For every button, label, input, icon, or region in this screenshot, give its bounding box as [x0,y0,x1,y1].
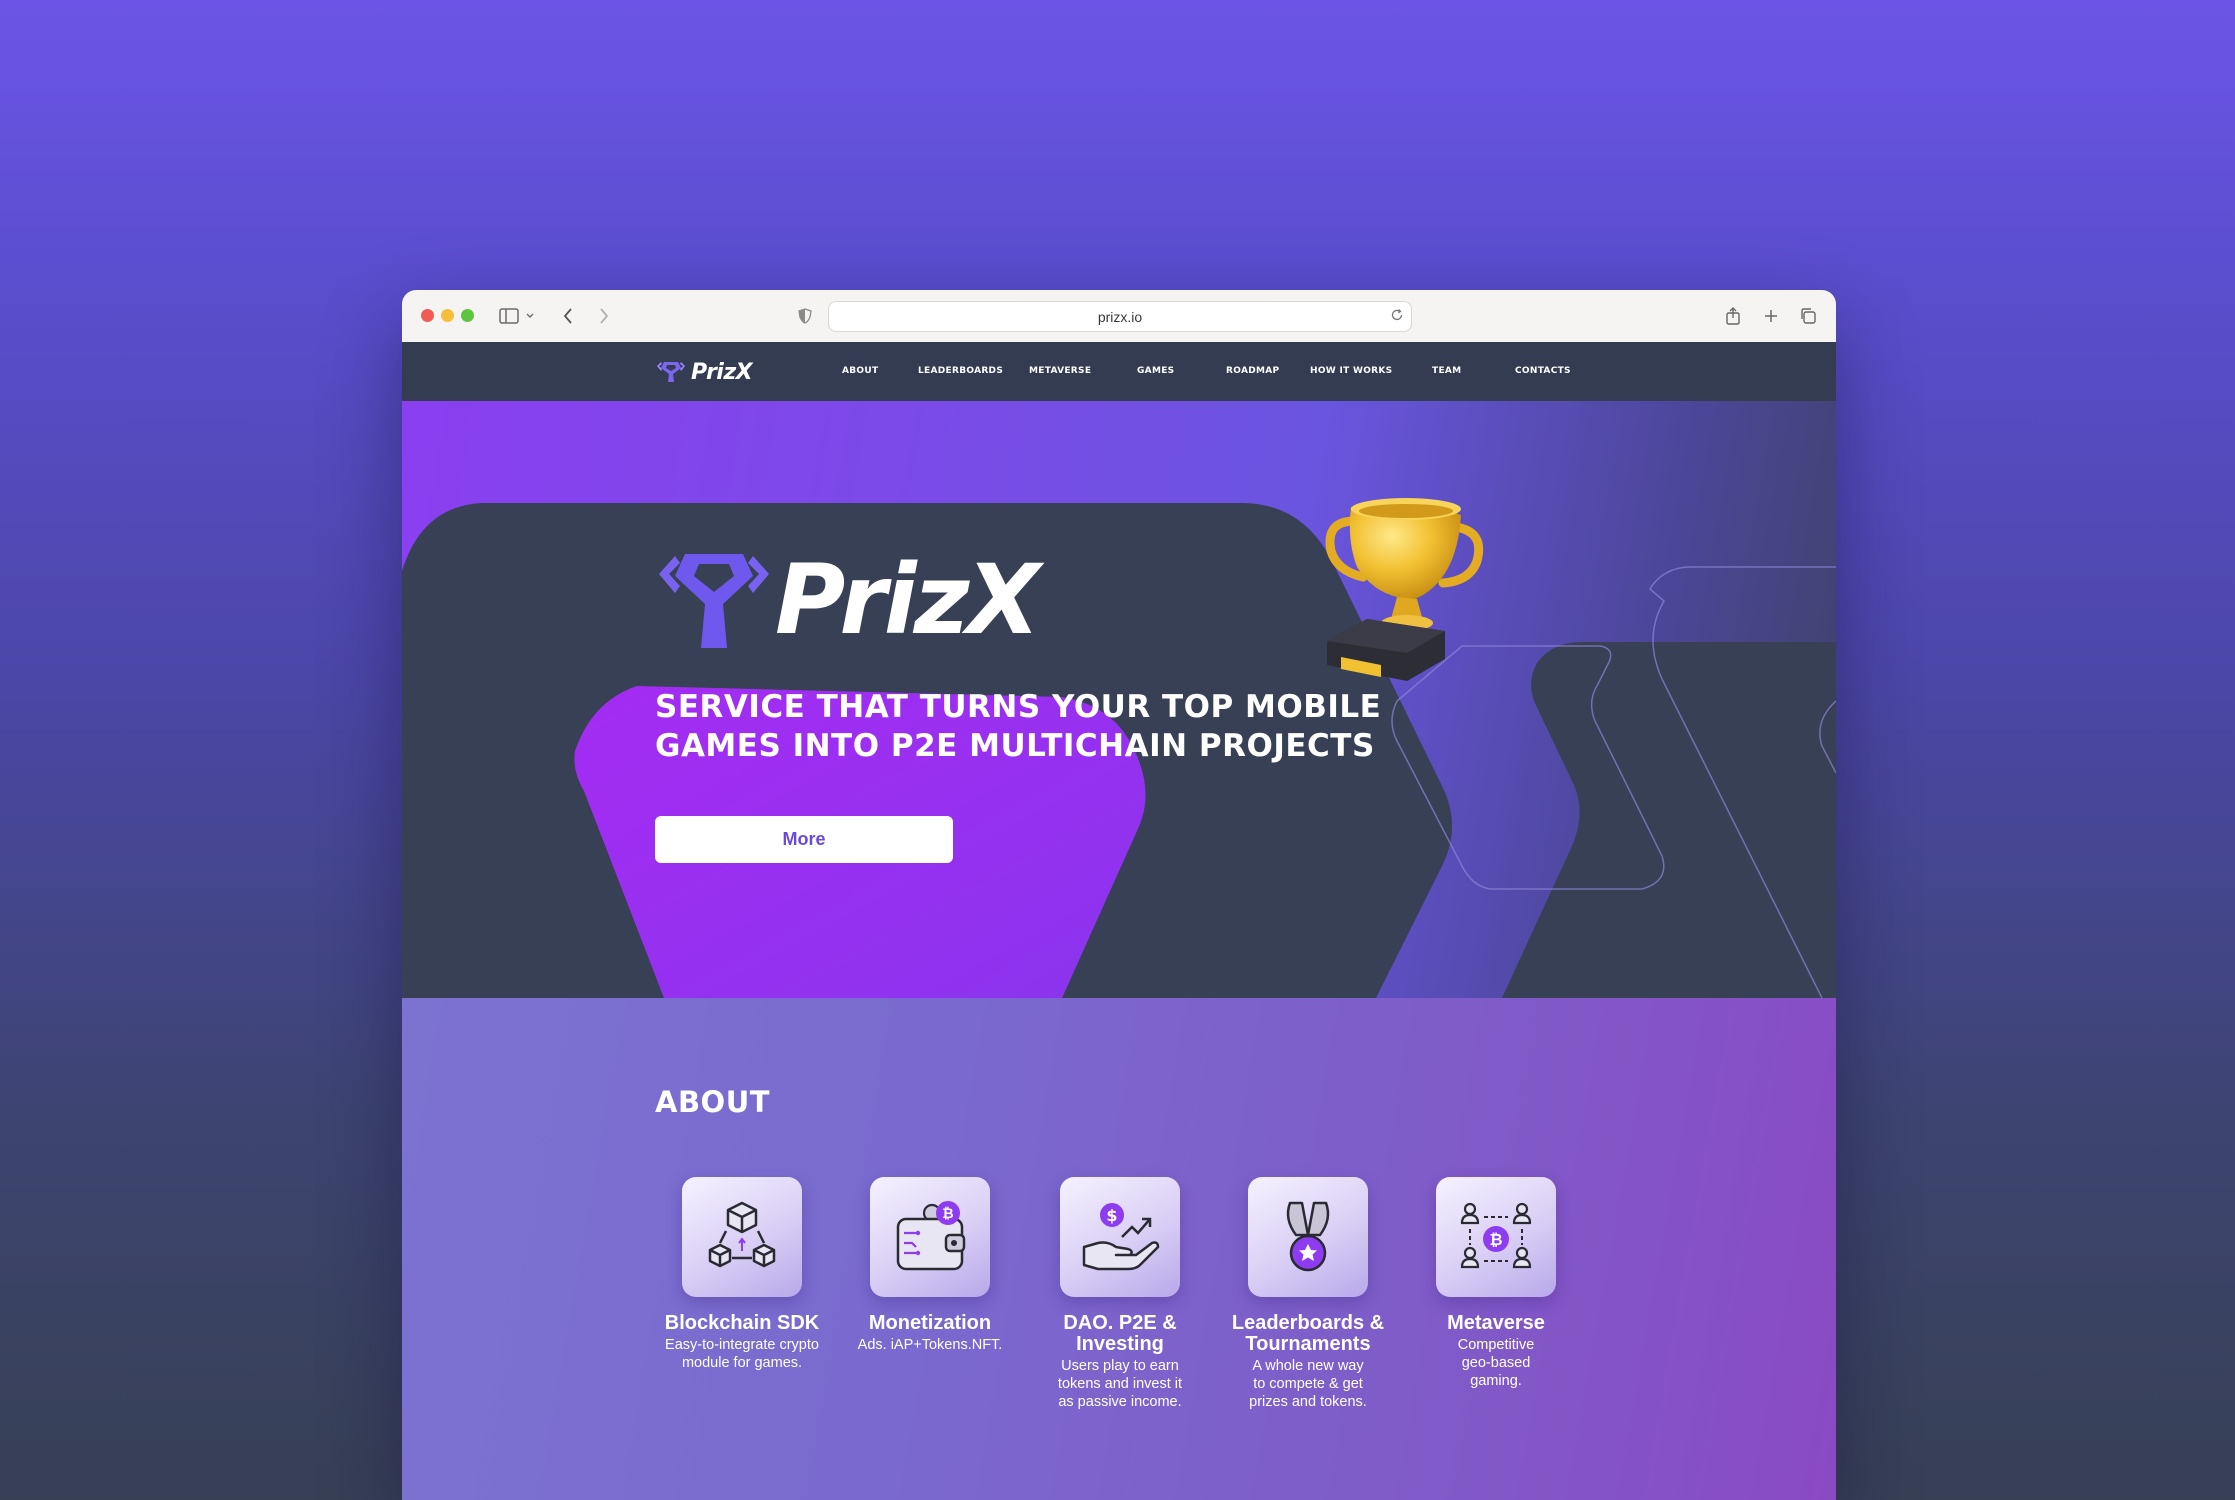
sidebar-toggle-icon[interactable] [498,304,520,328]
feature-desc-line: geo-based [1461,1355,1531,1371]
zoom-window-button[interactable] [461,309,474,322]
feature-desc: Ads. iAP+Tokens.NFT. [845,1336,1015,1354]
site-navbar: PrizX ABOUT LEADERBOARDS METAVERSE GAMES… [402,342,1836,401]
svg-text:₿: ₿ [942,1206,953,1222]
trophy-logo-icon [657,362,685,382]
feature-desc: Competitive geo-based gaming. [1411,1336,1581,1390]
feature-desc-line: Competitive [1457,1337,1535,1353]
feature-title: DAO. P2E & Investing [1063,1312,1177,1355]
feature-desc-line: Easy-to-integrate crypto [665,1337,819,1353]
feature-card-leaderboards: Leaderboards & Tournaments A whole new w… [1223,1177,1393,1411]
reload-icon[interactable] [1389,307,1405,328]
wallet-icon: ₿ [870,1177,990,1297]
feature-desc-line: module for games. [681,1355,803,1371]
feature-title: Monetization [868,1312,992,1334]
trophy-logo-icon [659,554,769,648]
share-icon[interactable] [1724,304,1742,328]
hero-tagline-line2: GAMES INTO P2E MULTICHAIN PROJECTS [655,728,1375,764]
feature-desc: Easy-to-integrate crypto module for game… [657,1336,827,1372]
hero-tagline-line1: SERVICE THAT TURNS YOUR TOP MOBILE [655,689,1382,725]
svg-text:₿: ₿ [1489,1230,1502,1249]
minimize-window-button[interactable] [441,309,454,322]
feature-desc: A whole new way to compete & get prizes … [1223,1357,1393,1411]
about-section: ABOUT Blockchain SDK Easy-to-integrate c… [402,998,1836,1500]
nav-item-about[interactable]: ABOUT [842,366,878,376]
nav-item-team[interactable]: TEAM [1432,366,1461,376]
feature-desc: Users play to earn tokens and invest it … [1035,1357,1205,1411]
network-icon: ₿ [1436,1177,1556,1297]
more-button[interactable]: More [655,816,953,863]
logo-wordmark: PrizX [691,359,753,385]
nav-item-leaderboards[interactable]: LEADERBOARDS [918,366,1003,376]
browser-toolbar: prizx.io [402,290,1836,343]
trophy-icon [1325,498,1484,681]
privacy-shield-icon[interactable] [797,304,813,328]
address-bar-url: prizx.io [1097,309,1143,325]
feature-desc-line: gaming. [1470,1373,1522,1389]
hero-wordmark: PrizX [775,544,1041,656]
feature-title: Blockchain SDK [664,1312,820,1334]
forward-icon[interactable] [596,304,612,328]
feature-desc-line: prizes and tokens. [1249,1394,1367,1410]
feature-card-metaverse: ₿ Metaverse Competitive geo-based gaming… [1411,1177,1581,1390]
address-bar[interactable]: prizx.io [828,301,1412,332]
back-icon[interactable] [560,304,576,328]
feature-card-monetization: ₿ Monetization Ads. iAP+Tokens.NFT. [845,1177,1015,1354]
tab-overview-icon[interactable] [1799,304,1817,328]
feature-desc-line: Ads. iAP+Tokens.NFT. [857,1337,1003,1353]
investing-hand-icon: $ [1060,1177,1180,1297]
medal-icon [1248,1177,1368,1297]
feature-desc-line: as passive income. [1058,1394,1182,1410]
new-tab-icon[interactable] [1762,304,1780,328]
browser-window: prizx.io PrizX ABOUT LEADERBOARDS METAVE… [402,290,1836,1500]
hero-tagline: SERVICE THAT TURNS YOUR TOP MOBILE GAMES… [655,688,1475,766]
nav-item-how-it-works[interactable]: HOW IT WORKS [1310,366,1392,376]
site-logo[interactable]: PrizX [655,357,753,387]
close-window-button[interactable] [421,309,434,322]
feature-title: Metaverse [1447,1312,1545,1334]
nav-item-contacts[interactable]: CONTACTS [1515,366,1571,376]
feature-desc-line: Users play to earn [1061,1358,1179,1374]
feature-desc-line: A whole new way [1252,1358,1364,1374]
feature-card-blockchain: Blockchain SDK Easy-to-integrate crypto … [657,1177,827,1372]
blockchain-icon [682,1177,802,1297]
feature-desc-line: to compete & get [1253,1376,1363,1392]
hero-section: PrizX SERVICE THAT TURNS YOUR TOP MOBILE… [402,401,1836,998]
nav-item-roadmap[interactable]: ROADMAP [1226,366,1279,376]
feature-title: Leaderboards & Tournaments [1231,1312,1385,1355]
chevron-down-icon[interactable] [524,304,536,328]
hero-logo: PrizX [655,544,1041,656]
feature-desc-line: tokens and invest it [1057,1376,1183,1392]
svg-text:$: $ [1106,1206,1117,1225]
feature-card-dao: $ DAO. P2E & Investing Users play to ear… [1035,1177,1205,1411]
about-heading: ABOUT [655,1085,771,1119]
nav-item-games[interactable]: GAMES [1137,366,1174,376]
nav-item-metaverse[interactable]: METAVERSE [1029,366,1091,376]
